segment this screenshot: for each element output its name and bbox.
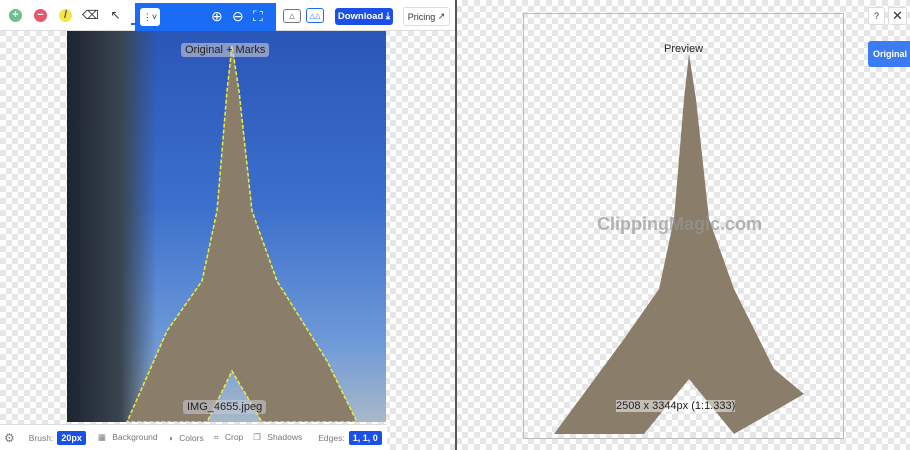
eraser-button[interactable]: ⌫ (81, 6, 100, 25)
download-button[interactable]: Download ⤓ (335, 8, 393, 25)
view-controls: ⋮˅ ⊕ ⊖ ⛶ (135, 3, 276, 31)
bottom-toolbar: ⚙ Brush: 20px ▦ Background ◑ Colors ⌗ Cr… (0, 424, 387, 450)
fit-screen-icon[interactable]: ⛶ (253, 8, 263, 25)
pencil-icon: / (59, 8, 72, 22)
dimensions-label: 2508 x 3344px (1:1.333) (616, 400, 736, 412)
split-divider[interactable] (455, 0, 457, 450)
brush-size[interactable]: 20px (57, 430, 86, 445)
split-view-button[interactable]: △△ (306, 8, 324, 23)
external-link-icon: ↗ (437, 11, 446, 21)
tower-marks (126, 45, 358, 422)
eraser-icon: ⌫ (82, 8, 99, 22)
highlight-button[interactable]: / (56, 6, 75, 25)
add-brush-button[interactable]: + (6, 6, 25, 25)
single-view-button[interactable]: △ (283, 9, 301, 23)
remove-brush-button[interactable]: − (31, 6, 50, 25)
original-label: Original + Marks (181, 43, 270, 57)
settings-icon[interactable]: ⚙ (4, 431, 15, 445)
zoom-out-icon[interactable]: ⊖ (232, 8, 244, 25)
background-button[interactable]: ▦ Background (98, 432, 158, 443)
preview-label: Preview (664, 43, 704, 55)
preview-frame[interactable]: Preview ClippingMagic.com 2508 x 3344px … (523, 13, 844, 439)
original-image[interactable]: Original + Marks IMG_4655.jpeg (67, 31, 386, 422)
select-button[interactable]: ↖ (106, 6, 125, 25)
minus-icon: − (34, 8, 47, 22)
pricing-button[interactable]: Pricing ↗ (403, 7, 450, 26)
zoom-in-icon[interactable]: ⊕ (211, 8, 223, 25)
original-button[interactable]: Original (868, 41, 910, 67)
help-button[interactable]: ? (868, 7, 885, 25)
pointer-icon: ↖ (110, 8, 121, 22)
filename-label: IMG_4655.jpeg (183, 400, 267, 414)
watermark: ClippingMagic.com (597, 214, 763, 234)
crop-button[interactable]: ⌗ Crop (214, 432, 244, 443)
close-icon: ✕ (892, 8, 903, 23)
download-icon: ⤓ (385, 11, 391, 22)
edges-value[interactable]: 1, 1, 0 (348, 430, 382, 445)
shadows-button[interactable]: ❐ Shadows (253, 432, 302, 443)
plus-icon: + (9, 8, 22, 22)
view-select[interactable]: ⋮˅ (140, 8, 160, 26)
colors-button[interactable]: ◑ Colors (168, 433, 204, 443)
close-button[interactable]: ✕ (888, 7, 907, 25)
